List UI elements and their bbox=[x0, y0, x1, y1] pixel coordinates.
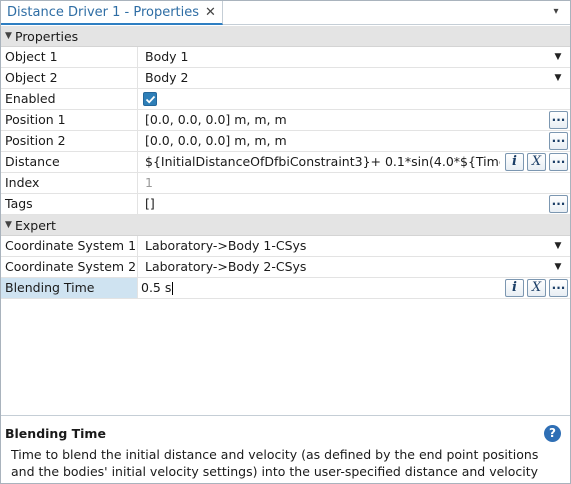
object-1-dropdown[interactable]: Body 1 bbox=[139, 47, 570, 67]
coordinate-system-2-dropdown[interactable]: Laboratory->Body 2-CSys bbox=[139, 257, 570, 277]
property-row-index: Index 1 bbox=[1, 173, 570, 194]
blending-time-input[interactable]: 0.5 s bbox=[139, 278, 500, 298]
property-row-coordinate-system-2[interactable]: Coordinate System 2 Laboratory->Body 2-C… bbox=[1, 257, 570, 278]
property-name: Distance bbox=[1, 152, 138, 172]
object-2-dropdown[interactable]: Body 2 bbox=[139, 68, 570, 88]
help-panel: Blending Time ? Time to blend the initia… bbox=[1, 415, 570, 483]
dropdown-arrow-icon[interactable]: ▼ bbox=[552, 236, 564, 256]
category-label: Properties bbox=[15, 28, 79, 44]
ellipsis-button[interactable]: ... bbox=[549, 153, 568, 171]
collapse-arrow-icon[interactable]: ▼ bbox=[5, 31, 15, 41]
properties-window: Distance Driver 1 - Properties ✕ ▾ ▼ Pro… bbox=[0, 0, 571, 484]
ellipsis-button[interactable]: ... bbox=[549, 195, 568, 213]
property-row-object-1[interactable]: Object 1 Body 1 ▼ bbox=[1, 47, 570, 68]
tab-properties[interactable]: Distance Driver 1 - Properties ✕ bbox=[1, 1, 223, 25]
property-name: Coordinate System 2 bbox=[1, 257, 138, 277]
property-value: Body 1 bbox=[145, 49, 189, 64]
ellipsis-button[interactable]: ... bbox=[549, 111, 568, 129]
info-button[interactable]: i bbox=[505, 153, 524, 171]
clear-expression-button[interactable]: X bbox=[527, 279, 546, 297]
chevron-down-icon[interactable]: ▾ bbox=[548, 3, 564, 21]
index-value: 1 bbox=[139, 173, 570, 193]
property-row-distance[interactable]: Distance ${InitialDistanceOfDfbiConstrai… bbox=[1, 152, 570, 173]
property-name: Object 2 bbox=[1, 68, 138, 88]
ellipsis-button[interactable]: ... bbox=[549, 279, 568, 297]
position-1-field[interactable]: [0.0, 0.0, 0.0] m, m, m bbox=[139, 110, 570, 130]
property-value: Laboratory->Body 2-CSys bbox=[145, 259, 307, 274]
property-value: Body 2 bbox=[145, 70, 189, 85]
tags-field[interactable]: [] bbox=[139, 194, 570, 214]
property-value: [] bbox=[145, 196, 155, 211]
property-value: 1 bbox=[145, 175, 153, 190]
property-value: Laboratory->Body 1-CSys bbox=[145, 238, 307, 253]
property-row-position-2[interactable]: Position 2 [0.0, 0.0, 0.0] m, m, m ... bbox=[1, 131, 570, 152]
distance-field[interactable]: ${InitialDistanceOfDfbiConstraint3}+ 0.1… bbox=[139, 152, 500, 172]
coordinate-system-1-dropdown[interactable]: Laboratory->Body 1-CSys bbox=[139, 236, 570, 256]
text-cursor bbox=[172, 282, 174, 295]
property-value: [0.0, 0.0, 0.0] m, m, m bbox=[145, 112, 287, 127]
property-name: Enabled bbox=[1, 89, 138, 109]
enabled-checkbox[interactable] bbox=[143, 92, 157, 106]
category-label: Expert bbox=[15, 217, 56, 233]
property-name: Coordinate System 1 bbox=[1, 236, 138, 256]
dropdown-arrow-icon[interactable]: ▼ bbox=[552, 68, 564, 88]
category-properties[interactable]: ▼ Properties bbox=[1, 26, 570, 47]
dropdown-arrow-icon[interactable]: ▼ bbox=[552, 47, 564, 67]
enabled-value bbox=[139, 89, 570, 109]
property-value: [0.0, 0.0, 0.0] m, m, m bbox=[145, 133, 287, 148]
tab-bar: Distance Driver 1 - Properties ✕ ▾ bbox=[1, 1, 570, 25]
property-row-position-1[interactable]: Position 1 [0.0, 0.0, 0.0] m, m, m ... bbox=[1, 110, 570, 131]
property-name: Index bbox=[1, 173, 138, 193]
property-name: Object 1 bbox=[1, 47, 138, 67]
property-row-tags[interactable]: Tags [] ... bbox=[1, 194, 570, 215]
ellipsis-button[interactable]: ... bbox=[549, 132, 568, 150]
property-value: ${InitialDistanceOfDfbiConstraint3}+ 0.1… bbox=[145, 154, 500, 169]
property-row-enabled[interactable]: Enabled bbox=[1, 89, 570, 110]
property-row-blending-time[interactable]: Blending Time 0.5 s i X ... bbox=[1, 278, 570, 299]
property-row-object-2[interactable]: Object 2 Body 2 ▼ bbox=[1, 68, 570, 89]
property-row-coordinate-system-1[interactable]: Coordinate System 1 Laboratory->Body 1-C… bbox=[1, 236, 570, 257]
category-expert[interactable]: ▼ Expert bbox=[1, 215, 570, 236]
close-icon[interactable]: ✕ bbox=[205, 5, 216, 20]
help-question-icon[interactable]: ? bbox=[544, 425, 561, 442]
position-2-field[interactable]: [0.0, 0.0, 0.0] m, m, m bbox=[139, 131, 570, 151]
property-value: 0.5 s bbox=[141, 280, 172, 295]
property-name: Blending Time bbox=[1, 278, 138, 298]
help-title: Blending Time bbox=[5, 426, 106, 441]
info-button[interactable]: i bbox=[505, 279, 524, 297]
dropdown-arrow-icon[interactable]: ▼ bbox=[552, 257, 564, 277]
tab-title: Distance Driver 1 - Properties bbox=[7, 4, 200, 20]
help-description: Time to blend the initial distance and v… bbox=[11, 447, 539, 479]
collapse-arrow-icon[interactable]: ▼ bbox=[5, 220, 15, 230]
property-name: Position 1 bbox=[1, 110, 138, 130]
property-name: Position 2 bbox=[1, 131, 138, 151]
property-name: Tags bbox=[1, 194, 138, 214]
clear-expression-button[interactable]: X bbox=[527, 153, 546, 171]
